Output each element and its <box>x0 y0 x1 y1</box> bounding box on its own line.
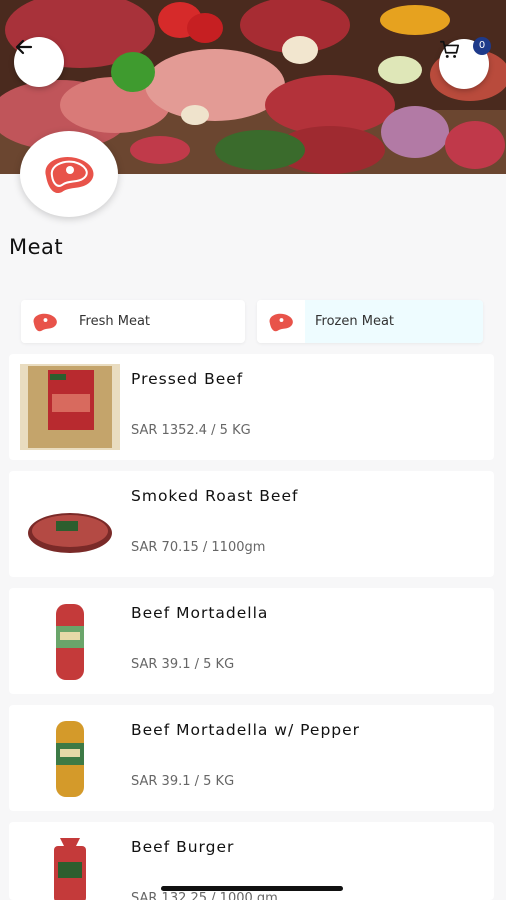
product-card-smoked-roast-beef[interactable]: Smoked Roast Beef SAR 70.15 / 1100gm <box>9 471 494 577</box>
chip-icon-container <box>21 300 69 343</box>
subcategory-chip-fresh-meat[interactable]: Fresh Meat <box>21 300 245 343</box>
steak-icon <box>33 313 57 331</box>
product-price: SAR 70.15 / 1100gm <box>131 540 266 555</box>
product-image <box>20 715 120 801</box>
product-name: Smoked Roast Beef <box>131 487 299 505</box>
smoked-roast-beef-package-image <box>28 513 112 553</box>
arrow-left-icon <box>15 39 33 55</box>
cart-button[interactable]: 0 <box>439 37 491 89</box>
cart-icon <box>440 40 460 58</box>
category-avatar <box>20 131 118 217</box>
beef-mortadella-pepper-roll-image <box>56 721 84 797</box>
product-price: SAR 39.1 / 5 KG <box>131 657 235 672</box>
steak-icon <box>269 313 293 331</box>
product-name: Beef Mortadella w/ Pepper <box>131 721 361 739</box>
product-image <box>20 832 120 900</box>
product-card-pressed-beef[interactable]: Pressed Beef SAR 1352.4 / 5 KG <box>9 354 494 460</box>
subcategory-chip-frozen-meat[interactable]: Frozen Meat <box>257 300 483 343</box>
back-button[interactable] <box>14 37 64 87</box>
home-indicator[interactable] <box>161 886 343 891</box>
cart-count-badge: 0 <box>473 37 491 55</box>
product-name: Beef Burger <box>131 838 235 856</box>
product-image <box>20 364 120 450</box>
product-price: SAR 132.25 / 1000 gm <box>131 891 278 900</box>
steak-icon <box>45 156 94 194</box>
product-image <box>20 598 120 684</box>
product-price: SAR 39.1 / 5 KG <box>131 774 235 789</box>
chip-label: Frozen Meat <box>305 300 483 343</box>
product-name: Pressed Beef <box>131 370 244 388</box>
product-name: Beef Mortadella <box>131 604 269 622</box>
page-title: Meat <box>9 235 64 259</box>
pressed-beef-package-image <box>20 364 120 450</box>
chip-label: Fresh Meat <box>79 314 151 329</box>
beef-mortadella-roll-image <box>56 604 84 680</box>
product-card-beef-mortadella-pepper[interactable]: Beef Mortadella w/ Pepper SAR 39.1 / 5 K… <box>9 705 494 811</box>
beef-burger-package-image <box>54 838 86 900</box>
product-price: SAR 1352.4 / 5 KG <box>131 423 251 438</box>
product-image <box>20 481 120 567</box>
product-card-beef-mortadella[interactable]: Beef Mortadella SAR 39.1 / 5 KG <box>9 588 494 694</box>
chip-icon-container <box>257 300 305 343</box>
